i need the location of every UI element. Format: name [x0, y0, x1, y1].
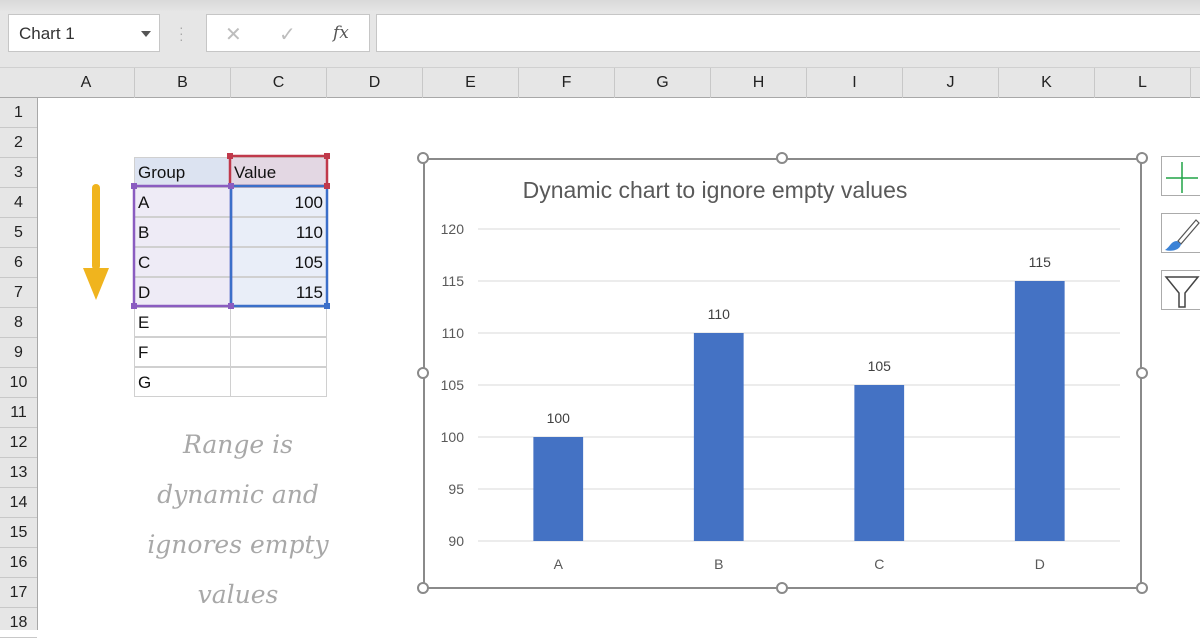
resize-handle-ne[interactable] [1136, 152, 1148, 164]
bar-d[interactable] [1014, 281, 1065, 541]
y-tick-label: 100 [441, 429, 465, 445]
x-tick-label: A [554, 556, 564, 572]
x-tick-label: B [714, 556, 723, 572]
note-line: dynamic and [157, 480, 319, 509]
data-label[interactable]: 100 [547, 410, 571, 426]
range-handle[interactable] [228, 303, 234, 309]
bar-c[interactable] [854, 385, 905, 541]
range-handle[interactable] [324, 303, 330, 309]
data-label[interactable]: 110 [708, 306, 731, 322]
y-tick-label: 95 [448, 481, 464, 497]
range-border-red [228, 154, 329, 188]
range-border-purple [132, 184, 233, 308]
y-tick-label: 105 [441, 377, 465, 393]
chart-elements-button[interactable] [1161, 156, 1200, 196]
resize-handle-se[interactable] [1136, 582, 1148, 594]
annotation-note: Range is dynamic and ignores empty value… [120, 420, 356, 620]
resize-handle-n[interactable] [776, 152, 788, 164]
resize-handle-w[interactable] [417, 367, 429, 379]
plus-icon [1166, 162, 1198, 193]
range-border-blue [229, 184, 329, 308]
y-tick-label: 90 [448, 533, 464, 549]
range-handle[interactable] [131, 183, 137, 189]
resize-handle-nw[interactable] [417, 152, 429, 164]
range-handle[interactable] [228, 183, 234, 189]
range-handle[interactable] [324, 183, 330, 189]
range-handle[interactable] [131, 303, 137, 309]
range-handle[interactable] [324, 153, 330, 159]
y-tick-label: 115 [442, 273, 465, 289]
chart-filters-button[interactable] [1161, 270, 1200, 310]
chart-object[interactable]: Dynamic chart to ignore empty values 90 9… [423, 158, 1142, 589]
bar-b[interactable] [693, 333, 744, 541]
resize-handle-sw[interactable] [417, 582, 429, 594]
y-tick-label: 120 [441, 221, 465, 237]
resize-handle-e[interactable] [1136, 367, 1148, 379]
x-tick-label: C [874, 556, 884, 572]
data-label[interactable]: 105 [868, 358, 892, 374]
down-arrow-icon [83, 184, 109, 300]
chart-styles-button[interactable] [1161, 213, 1200, 253]
bar-a[interactable] [533, 437, 584, 541]
filter-icon [1164, 276, 1200, 308]
chart-title[interactable]: Dynamic chart to ignore empty values [523, 177, 908, 203]
paintbrush-icon [1165, 219, 1200, 251]
range-handle[interactable] [227, 153, 233, 159]
note-line: ignores empty [147, 530, 329, 559]
bar-chart: Dynamic chart to ignore empty values 90 9… [441, 177, 1120, 572]
x-tick-label: D [1035, 556, 1045, 572]
data-label[interactable]: 115 [1029, 254, 1052, 270]
resize-handle-s[interactable] [776, 582, 788, 594]
note-line: values [197, 580, 279, 609]
note-line: Range is [183, 430, 293, 459]
y-tick-label: 110 [442, 325, 465, 341]
